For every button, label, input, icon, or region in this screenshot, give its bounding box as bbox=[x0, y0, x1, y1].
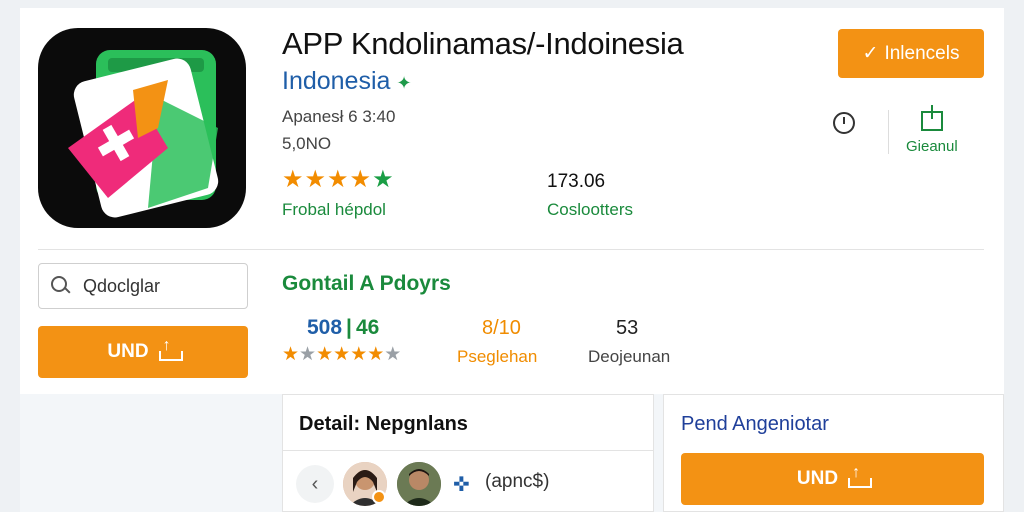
status-badge bbox=[372, 490, 386, 504]
gift-icon[interactable] bbox=[921, 105, 943, 131]
downloads-value: 173.06 bbox=[547, 171, 606, 192]
verified-icon: ✦ bbox=[396, 73, 412, 93]
download-icon bbox=[158, 337, 183, 361]
section-title: Gontail A Pdoyrs bbox=[282, 272, 451, 295]
rating-stars: ★★★★★ bbox=[282, 168, 395, 192]
prev-button[interactable]: ‹ bbox=[296, 465, 334, 503]
divider bbox=[888, 110, 889, 154]
developer-name: Indonesia bbox=[282, 67, 391, 95]
stat-2-label: Pseglehan bbox=[457, 347, 538, 366]
app-developer-link[interactable]: Indonesia ✦ bbox=[282, 67, 412, 96]
star-icon: ★ bbox=[372, 166, 395, 193]
search-input[interactable] bbox=[83, 275, 233, 297]
app-meta-line-2: 5,0NO bbox=[282, 134, 332, 153]
install-label: UND bbox=[796, 468, 839, 489]
search-icon bbox=[51, 276, 71, 296]
install-button-top[interactable]: ✓ Inlencels bbox=[838, 29, 984, 78]
star-icon: ★ bbox=[304, 166, 328, 193]
download-icon bbox=[848, 464, 873, 488]
share-label[interactable]: (apnc$) bbox=[485, 471, 549, 493]
app-icon bbox=[38, 28, 246, 228]
gift-label[interactable]: Gieanul bbox=[906, 138, 958, 155]
star-icon: ★ bbox=[282, 166, 305, 193]
rating-stars-small: ★★★★★★★ bbox=[282, 344, 402, 365]
install-label: UND bbox=[107, 341, 149, 362]
divider bbox=[38, 249, 984, 250]
app-meta-line-1: Apanesł 6 3:40 bbox=[282, 107, 396, 126]
install-button-bottom[interactable]: UND bbox=[681, 453, 984, 505]
stat-3-label: Deojeunan bbox=[588, 347, 671, 366]
install-button-left[interactable]: UND bbox=[38, 326, 248, 378]
divider bbox=[282, 450, 654, 451]
side-panel-title: Pend Angeniotar bbox=[681, 413, 829, 435]
stat-3-value: 53 bbox=[616, 317, 639, 339]
rating-label: Frobal hépdol bbox=[282, 200, 386, 219]
stat-2-value: 8/10 bbox=[482, 317, 521, 339]
stat-rating-value: 508 | 46 bbox=[307, 316, 380, 339]
install-button-label: Inlencels bbox=[884, 42, 960, 64]
chevron-left-icon: ‹ bbox=[311, 472, 319, 495]
clock-icon[interactable] bbox=[833, 112, 855, 134]
share-icon[interactable]: ✜ bbox=[453, 472, 470, 497]
avatar[interactable] bbox=[397, 462, 441, 506]
search-box[interactable] bbox=[38, 263, 248, 309]
star-icon: ★ bbox=[327, 166, 350, 193]
star-icon: ★ bbox=[349, 166, 373, 193]
details-title: Detail: Nepgnlans bbox=[299, 413, 468, 435]
check-icon: ✓ bbox=[862, 43, 879, 64]
app-title: APP Kndolinamas/-Indoinesia bbox=[282, 26, 684, 61]
downloads-label: Coslootters bbox=[547, 200, 633, 219]
